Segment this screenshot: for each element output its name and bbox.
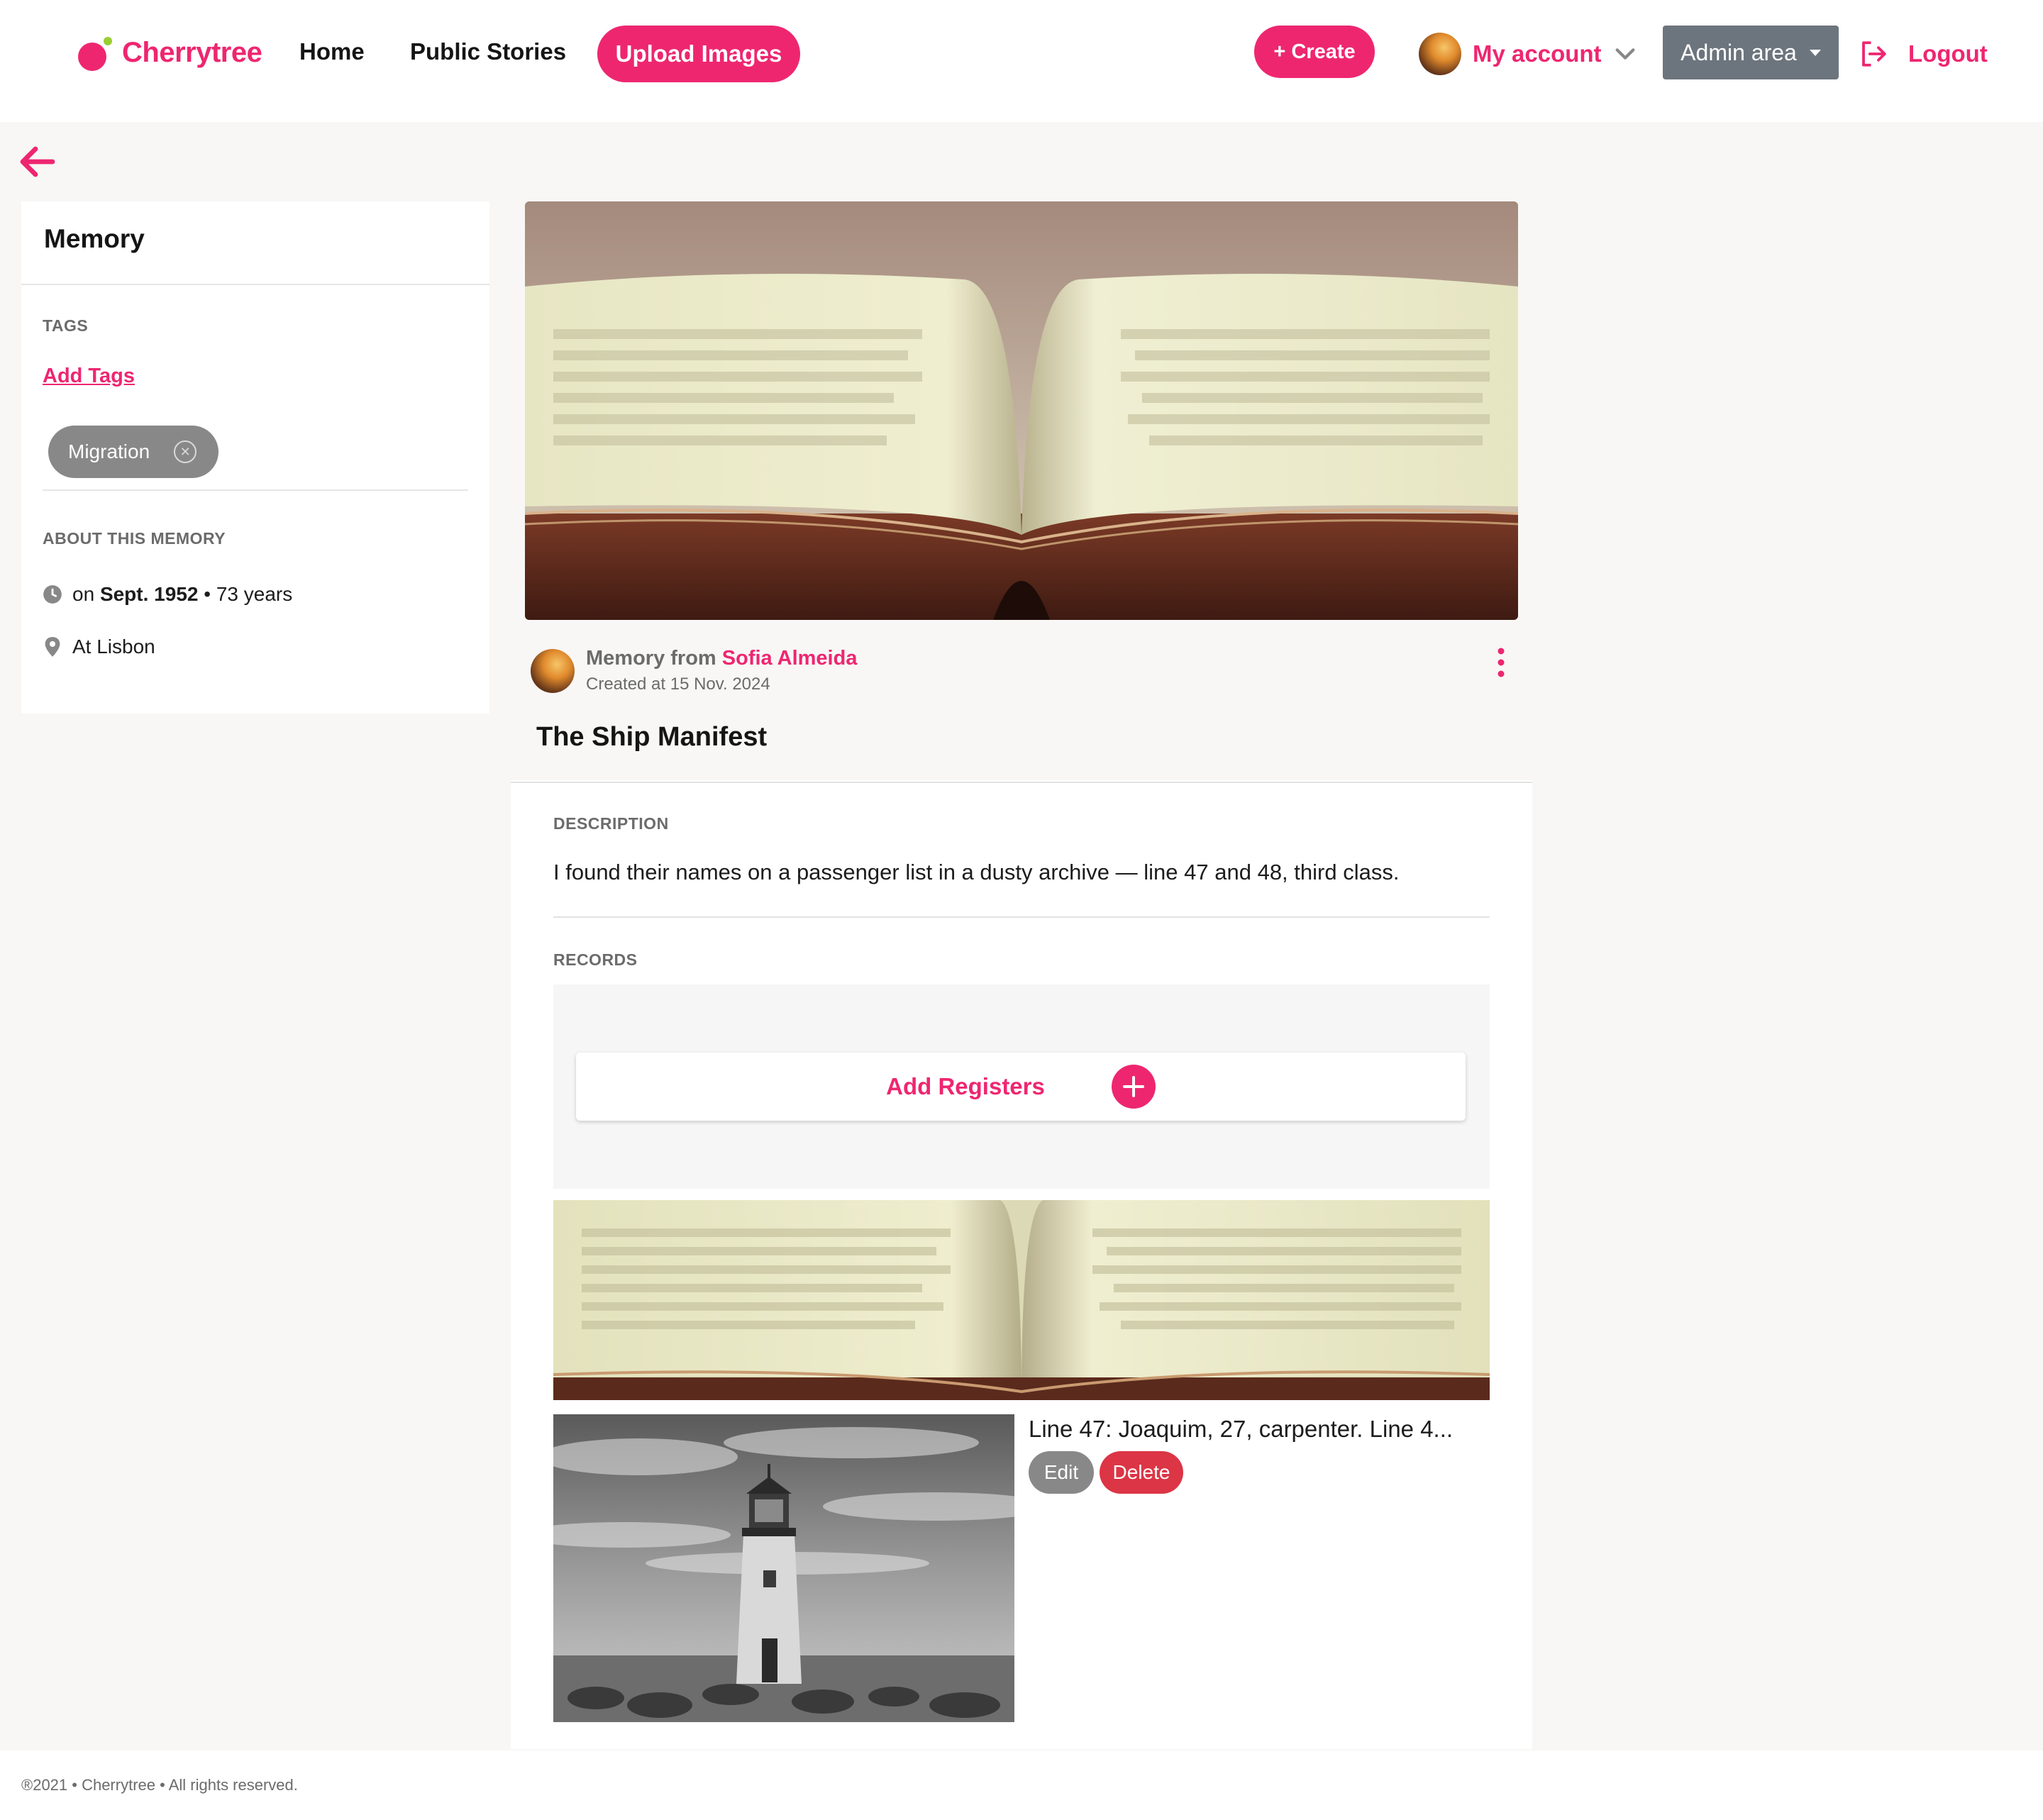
- tags-heading: TAGS: [43, 316, 89, 335]
- description-heading: DESCRIPTION: [553, 814, 669, 833]
- delete-record-button[interactable]: Delete: [1100, 1451, 1183, 1494]
- record-image-lighthouse[interactable]: [553, 1414, 1014, 1722]
- nav-home-link[interactable]: Home: [299, 34, 365, 70]
- memory-date: on Sept. 1952 • 73 years: [43, 583, 292, 606]
- memory-location: At Lisbon: [43, 636, 155, 658]
- admin-area-dropdown[interactable]: Admin area: [1663, 26, 1839, 79]
- logout-label: Logout: [1908, 40, 1988, 67]
- create-button[interactable]: + Create: [1254, 26, 1375, 78]
- memory-description: I found their names on a passenger list …: [553, 860, 1400, 884]
- nav-public-stories-link[interactable]: Public Stories: [410, 34, 566, 70]
- memory-title: The Ship Manifest: [536, 722, 768, 752]
- date-separator: •: [204, 583, 211, 605]
- close-circle-icon[interactable]: ✕: [174, 440, 197, 463]
- date-age: 73 years: [216, 583, 293, 605]
- location-label: At Lisbon: [72, 636, 155, 657]
- about-heading: ABOUT THIS MEMORY: [43, 529, 226, 548]
- memory-from-label: Memory from: [586, 647, 716, 670]
- tag-label: Migration: [68, 440, 150, 462]
- author-name-link[interactable]: Sofia Almeida: [722, 647, 858, 670]
- cherry-logo-icon: [78, 37, 112, 71]
- divider: [21, 284, 489, 285]
- divider: [553, 916, 1490, 918]
- footer: ®2021 • Cherrytree • All rights reserved…: [0, 1750, 2043, 1820]
- created-date: Created at 15 Nov. 2024: [586, 675, 770, 694]
- plus-icon: [1111, 1065, 1156, 1109]
- memory-sidebar: Memory TAGS Add Tags Migration ✕ ABOUT T…: [21, 201, 489, 714]
- divider: [43, 489, 468, 491]
- sidebar-title: Memory: [44, 224, 145, 253]
- logout-icon: [1862, 41, 1886, 67]
- date-prefix: on: [72, 583, 95, 605]
- kebab-menu-icon[interactable]: [1493, 645, 1510, 681]
- add-registers-button[interactable]: Add Registers: [576, 1053, 1466, 1121]
- top-navbar: Cherrytree Home Public Stories Upload Im…: [0, 0, 2043, 122]
- tag-chip[interactable]: Migration ✕: [48, 426, 218, 478]
- admin-area-label: Admin area: [1681, 39, 1797, 65]
- divider: [511, 782, 1532, 783]
- memory-cover-image[interactable]: [525, 201, 1518, 620]
- clock-icon: [43, 585, 62, 604]
- chevron-down-icon: [1615, 48, 1635, 60]
- my-account-label: My account: [1473, 40, 1602, 67]
- copyright-text: ®2021 • Cherrytree • All rights reserved…: [21, 1776, 298, 1794]
- record-caption: Line 47: Joaquim, 27, carpenter. Line 4.…: [1029, 1416, 1454, 1442]
- memory-author: Memory from Sofia Almeida Created at 15 …: [531, 647, 857, 694]
- brand-name: Cherrytree: [122, 36, 262, 68]
- user-avatar: [1419, 33, 1461, 75]
- back-arrow-icon[interactable]: [18, 145, 55, 179]
- my-account-menu[interactable]: My account: [1419, 31, 1637, 77]
- add-tags-link[interactable]: Add Tags: [43, 365, 135, 388]
- records-heading: RECORDS: [553, 950, 638, 969]
- logout-link[interactable]: Logout: [1859, 34, 1988, 74]
- add-registers-label: Add Registers: [886, 1073, 1045, 1099]
- caret-down-icon: [1809, 49, 1821, 56]
- edit-record-button[interactable]: Edit: [1029, 1451, 1094, 1494]
- location-pin-icon: [45, 637, 60, 657]
- brand-logo[interactable]: Cherrytree: [78, 31, 262, 74]
- author-avatar[interactable]: [531, 648, 575, 693]
- upload-images-button[interactable]: Upload Images: [597, 26, 800, 82]
- record-image-book[interactable]: [553, 1200, 1490, 1400]
- date-value: Sept. 1952: [99, 583, 199, 605]
